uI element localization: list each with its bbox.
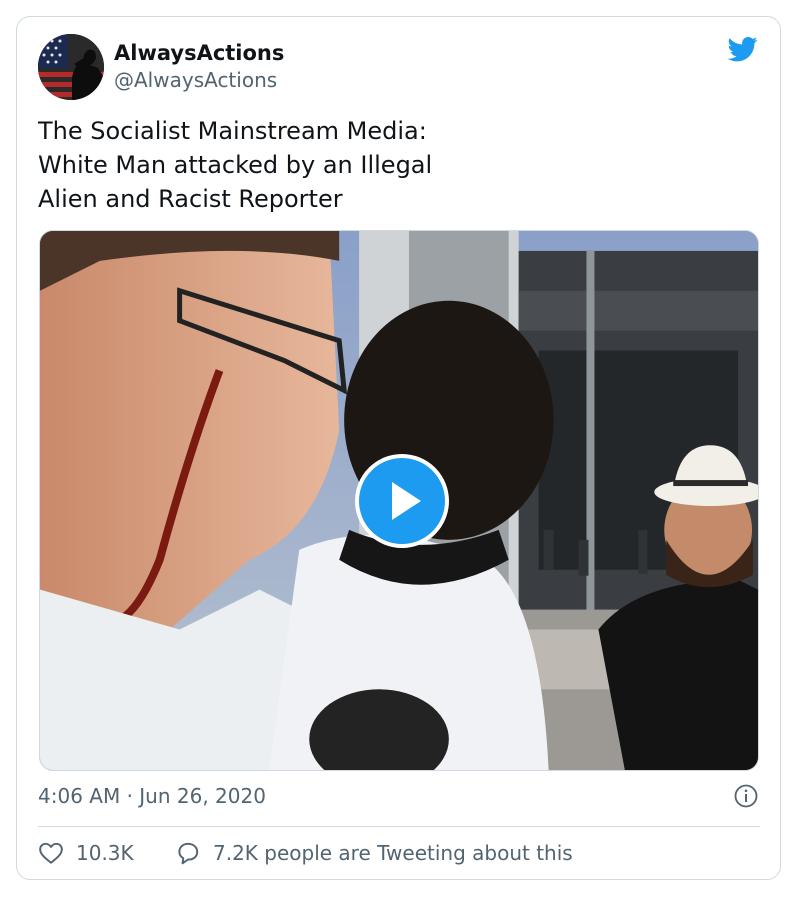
tweet-text-line: Alien and Racist Reporter (38, 185, 343, 213)
conversation-link[interactable]: 7.2K people are Tweeting about this (175, 840, 573, 866)
tweet-text-line: The Socialist Mainstream Media: (38, 117, 427, 145)
avatar-flag-image (38, 34, 104, 100)
tweet-text-line: White Man attacked by an Illegal (38, 151, 433, 179)
tweet-card: AlwaysActions @AlwaysActions The Sociali… (16, 16, 781, 880)
author-handle[interactable]: @AlwaysActions (114, 68, 277, 92)
like-count: 10.3K (76, 841, 134, 865)
tweet-text: The Socialist Mainstream Media: White Ma… (38, 114, 738, 216)
talk-count-text: 7.2K people are Tweeting about this (213, 841, 573, 865)
play-icon (392, 482, 421, 520)
tweet-timestamp[interactable]: 4:06 AM · Jun 26, 2020 (38, 784, 266, 808)
speech-bubble-icon (178, 842, 199, 865)
author-name[interactable]: AlwaysActions (114, 41, 284, 65)
info-icon[interactable] (734, 784, 758, 808)
avatar[interactable] (38, 34, 104, 100)
divider (38, 826, 760, 827)
heart-icon (39, 842, 63, 864)
like-button[interactable]: 10.3K (38, 840, 134, 866)
play-button[interactable] (355, 454, 449, 548)
video-thumbnail[interactable] (39, 230, 759, 771)
twitter-bird-icon[interactable] (726, 34, 760, 64)
